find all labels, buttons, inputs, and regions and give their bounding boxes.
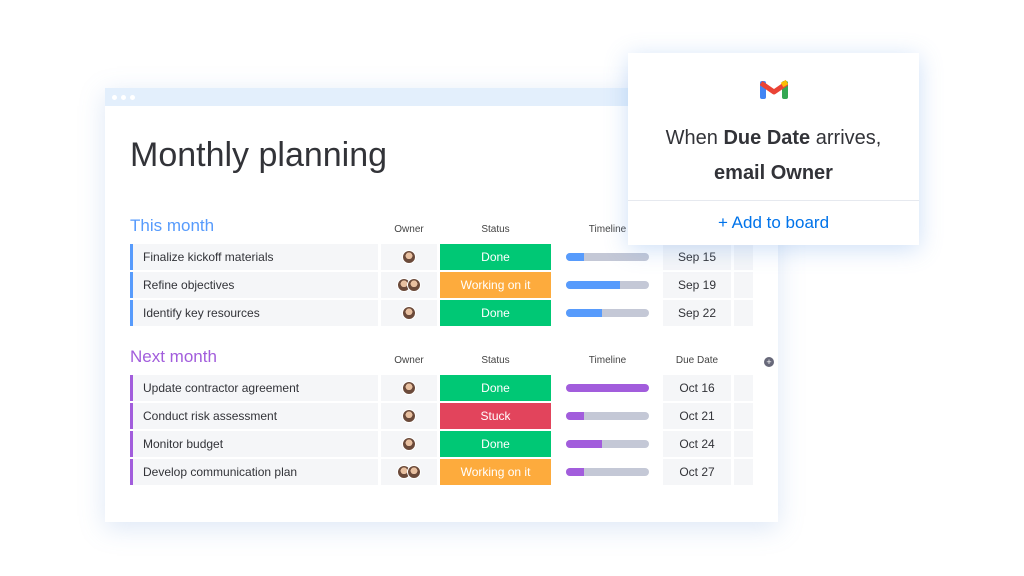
empty-cell (734, 244, 753, 270)
status-badge[interactable]: Stuck (440, 403, 551, 429)
timeline-cell[interactable] (555, 459, 660, 485)
avatar (402, 306, 416, 320)
table-row: Monitor budget Done Oct 24 (130, 431, 760, 457)
owner-cell[interactable] (381, 244, 437, 270)
item-name[interactable]: Identify key resources (130, 300, 378, 326)
timeline-cell[interactable] (555, 403, 660, 429)
item-name[interactable]: Develop communication plan (130, 459, 378, 485)
column-header-timeline: Timeline (588, 355, 627, 366)
owner-cell[interactable] (381, 300, 437, 326)
window-dot (121, 94, 126, 100)
empty-cell (734, 375, 753, 401)
timeline-bar (566, 440, 649, 448)
status-badge[interactable]: Done (440, 244, 551, 270)
timeline-bar (566, 309, 649, 317)
timeline-cell[interactable] (555, 272, 660, 298)
timeline-bar (566, 253, 649, 261)
column-header-status: Status (481, 355, 510, 366)
add-to-board-button[interactable]: + Add to board (628, 213, 919, 233)
avatar (402, 381, 416, 395)
timeline-bar (566, 281, 649, 289)
avatar (402, 250, 416, 264)
due-date[interactable]: Oct 24 (663, 431, 731, 457)
gmail-icon (760, 79, 788, 99)
timeline-bar (566, 412, 649, 420)
owner-cell[interactable] (381, 431, 437, 457)
table-row: Update contractor agreement Done Oct 16 (130, 375, 760, 401)
timeline-cell[interactable] (555, 431, 660, 457)
column-header-owner: Owner (394, 355, 424, 366)
status-badge[interactable]: Working on it (440, 459, 551, 485)
column-header-status: Status (481, 224, 510, 235)
timeline-fill (566, 440, 602, 448)
due-date[interactable]: Sep 22 (663, 300, 731, 326)
empty-cell (734, 459, 753, 485)
timeline-fill (566, 309, 602, 317)
divider (628, 200, 919, 201)
empty-cell (734, 300, 753, 326)
timeline-fill (566, 253, 585, 261)
due-date[interactable]: Oct 16 (663, 375, 731, 401)
timeline-fill (566, 384, 649, 392)
table-row: Refine objectives Working on it Sep 19 (130, 272, 760, 298)
recipe-action: email Owner (714, 162, 833, 184)
empty-cell (734, 431, 753, 457)
timeline-fill (566, 468, 585, 476)
page-title: Monthly planning (130, 136, 388, 174)
recipe-text: When (665, 127, 724, 149)
column-header-due-date: Due Date (675, 355, 719, 366)
timeline-bar (566, 384, 649, 392)
item-name[interactable]: Monitor budget (130, 431, 378, 457)
due-date[interactable]: Sep 15 (663, 244, 731, 270)
due-date[interactable]: Oct 21 (663, 403, 731, 429)
timeline-fill (566, 281, 620, 289)
owner-cell[interactable] (381, 272, 437, 298)
automation-popup: When Due Date arrives, email Owner + Add… (628, 53, 919, 245)
recipe-trigger: Due Date (723, 127, 811, 149)
status-badge[interactable]: Working on it (440, 272, 551, 298)
timeline-cell[interactable] (555, 244, 660, 270)
owner-cell[interactable] (381, 403, 437, 429)
avatar (402, 409, 416, 423)
automation-recipe: When Due Date arrives, email Owner (628, 121, 919, 191)
table-row: Identify key resources Done Sep 22 (130, 300, 760, 326)
timeline-bar (566, 468, 649, 476)
add-column-icon[interactable]: + (764, 357, 774, 367)
due-date[interactable]: Oct 27 (663, 459, 731, 485)
group-header: Next month Owner Status Timeline Due Date… (130, 347, 774, 375)
empty-cell (734, 403, 753, 429)
group-title[interactable]: Next month (130, 347, 217, 367)
empty-cell (734, 272, 753, 298)
timeline-cell[interactable] (555, 375, 660, 401)
due-date[interactable]: Sep 19 (663, 272, 731, 298)
timeline-cell[interactable] (555, 300, 660, 326)
timeline-fill (566, 412, 585, 420)
table-row: Develop communication plan Working on it… (130, 459, 760, 485)
column-header-owner: Owner (394, 224, 424, 235)
avatar (407, 278, 421, 292)
window-dot (112, 94, 117, 100)
status-badge[interactable]: Done (440, 300, 551, 326)
owner-cell[interactable] (381, 459, 437, 485)
owner-cell[interactable] (381, 375, 437, 401)
avatar (407, 465, 421, 479)
status-badge[interactable]: Done (440, 431, 551, 457)
window-dot (130, 94, 135, 100)
avatar (402, 437, 416, 451)
recipe-text: arrives, (810, 127, 882, 149)
group-title[interactable]: This month (130, 216, 214, 236)
item-name[interactable]: Update contractor agreement (130, 375, 378, 401)
item-name[interactable]: Finalize kickoff materials (130, 244, 378, 270)
table-row: Finalize kickoff materials Done Sep 15 (130, 244, 760, 270)
table-row: Conduct risk assessment Stuck Oct 21 (130, 403, 760, 429)
item-name[interactable]: Conduct risk assessment (130, 403, 378, 429)
group-1: Next month Owner Status Timeline Due Date… (130, 347, 774, 487)
status-badge[interactable]: Done (440, 375, 551, 401)
item-name[interactable]: Refine objectives (130, 272, 378, 298)
